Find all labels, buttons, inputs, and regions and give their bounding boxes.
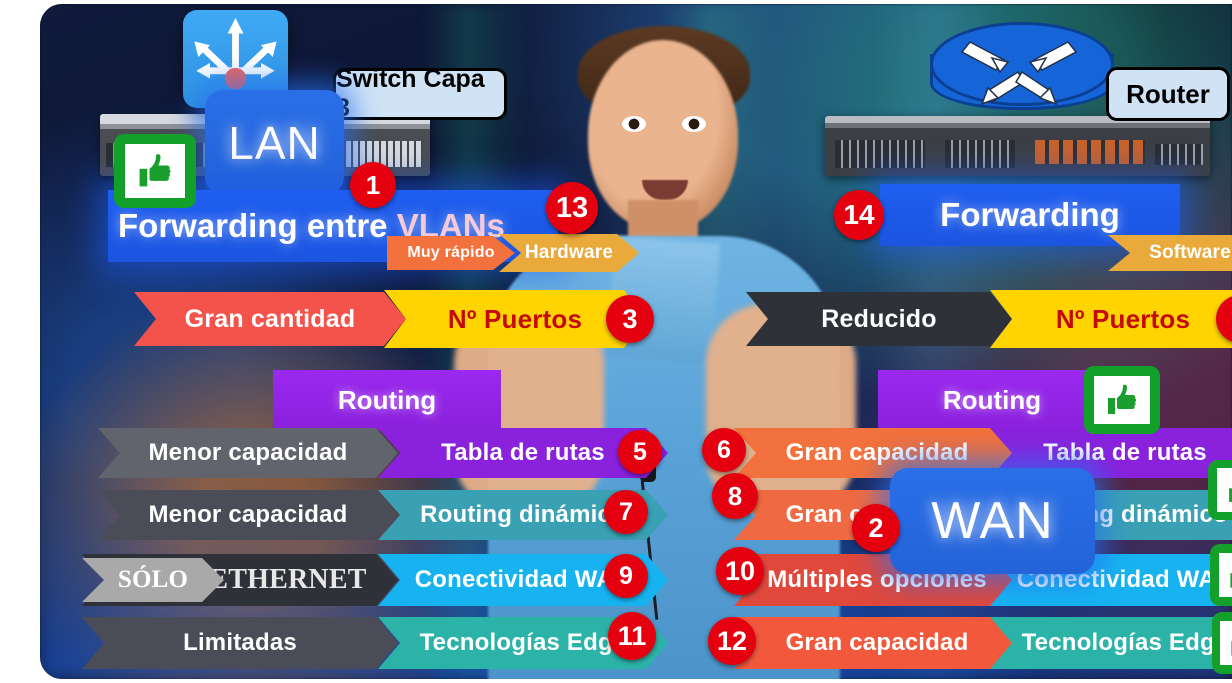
slide-stage: Switch Capa 3 LAN Forwarding entre VLANs… xyxy=(0,0,1232,683)
step-badge-12[interactable]: 12 xyxy=(708,617,756,665)
thumbs-up-inner xyxy=(1218,552,1232,598)
row-4-left-chip: Limitadas xyxy=(82,617,398,669)
left-routing-tab-label: Routing xyxy=(337,384,437,415)
left-routing-tab: Routing xyxy=(273,370,501,430)
thumbs-up-glyph xyxy=(1229,488,1232,502)
thumbs-up-glyph xyxy=(1231,641,1232,656)
router-ports-b xyxy=(945,140,1015,168)
switch-callout-text: Switch Capa 3 xyxy=(336,65,485,122)
step-badge-14[interactable]: 14 xyxy=(834,190,884,240)
router-icon xyxy=(930,22,1114,128)
row-1-right-label: Gran capacidad xyxy=(785,439,969,466)
right-routing-tab-label: Routing xyxy=(942,384,1042,415)
row-4-right-chip: Gran capacidad xyxy=(734,617,1020,669)
thumbs-up-inner xyxy=(1093,375,1151,425)
step-badge-8[interactable]: 8 xyxy=(712,473,758,519)
step-badge-2[interactable]: 2 xyxy=(852,504,900,552)
step-badge-1[interactable]: 1 xyxy=(350,162,396,208)
router-callout-label: Router xyxy=(1106,67,1230,121)
router-ports-a xyxy=(835,140,925,168)
step-badge-6[interactable]: 6 xyxy=(702,428,746,472)
row-4-right-label: Gran capacidad xyxy=(785,629,969,656)
switch-callout-label: Switch Capa 3 xyxy=(333,65,507,122)
thumbs-up-inner xyxy=(124,144,186,198)
row-4-left-label: Limitadas xyxy=(183,629,297,656)
router-ports-c xyxy=(1035,140,1145,164)
thumbs-up-glyph xyxy=(1230,573,1232,588)
step-badge-11[interactable]: 11 xyxy=(608,612,656,660)
step-badge-3[interactable]: 3 xyxy=(606,295,654,343)
thumbs-up-inner xyxy=(1220,620,1232,666)
row-2-left-label: Menor capacidad xyxy=(148,501,348,528)
step-badge-9[interactable]: 9 xyxy=(604,554,648,598)
lan-label: LAN xyxy=(228,116,321,169)
step-badge-10[interactable]: 10 xyxy=(716,547,764,595)
router-callout-text: Router xyxy=(1126,78,1210,109)
row-4-far-right-label: Tecnologías Edge xyxy=(1021,629,1229,656)
row-2-left-chip: Menor capacidad xyxy=(98,490,398,540)
right-ports-qty-chip: Reducido xyxy=(746,292,1012,346)
thumbs-up-icon-right-routing xyxy=(1084,366,1160,434)
chip-speed-left-label: Muy rápido xyxy=(407,244,495,261)
router-ports-d xyxy=(1155,143,1203,166)
thumbs-up-icon-row-4 xyxy=(1212,612,1232,674)
left-ports-qty-chip: Gran cantidad xyxy=(134,292,406,346)
step-badge-5[interactable]: 5 xyxy=(618,430,662,474)
row-1-far-right-label: Tabla de rutas xyxy=(1043,439,1207,466)
step-badge-7[interactable]: 7 xyxy=(604,490,648,534)
wan-label: WAN xyxy=(931,492,1054,550)
right-ports-title-label: Nº Puertos xyxy=(1055,303,1191,334)
left-headline-main: Forwarding entre xyxy=(118,207,397,244)
wan-badge: WAN xyxy=(890,468,1095,574)
video-frame: Switch Capa 3 LAN Forwarding entre VLANs… xyxy=(40,4,1232,679)
router-arrows-glyph xyxy=(960,41,1078,106)
thumbs-up-icon-row-3 xyxy=(1210,544,1232,606)
left-ports-qty-label: Gran cantidad xyxy=(184,304,356,333)
row-1-left-label: Menor capacidad xyxy=(148,439,348,466)
presenter-eye-left xyxy=(622,116,646,132)
thumbs-up-glyph xyxy=(139,154,171,187)
row-4-far-right-chip: Tecnologías Edge xyxy=(990,617,1232,669)
thumbs-up-inner xyxy=(1216,468,1232,512)
lan-badge: LAN xyxy=(205,90,344,195)
thumbs-up-icon-row-2 xyxy=(1208,460,1232,520)
right-headline-text: Forwarding xyxy=(940,196,1120,233)
step-badge-13[interactable]: 13 xyxy=(546,182,598,234)
right-ports-qty-label: Reducido xyxy=(821,304,937,333)
right-ports-title-chip: Nº Puertos xyxy=(990,290,1232,348)
chip-speed-left: Muy rápido xyxy=(387,236,515,270)
right-routing-tab: Routing xyxy=(878,370,1106,430)
thumbs-up-glyph xyxy=(1107,384,1137,414)
thumbs-up-icon-left-top xyxy=(114,134,196,208)
row-1-left-chip: Menor capacidad xyxy=(98,428,398,478)
presenter-eye-right xyxy=(682,116,706,132)
